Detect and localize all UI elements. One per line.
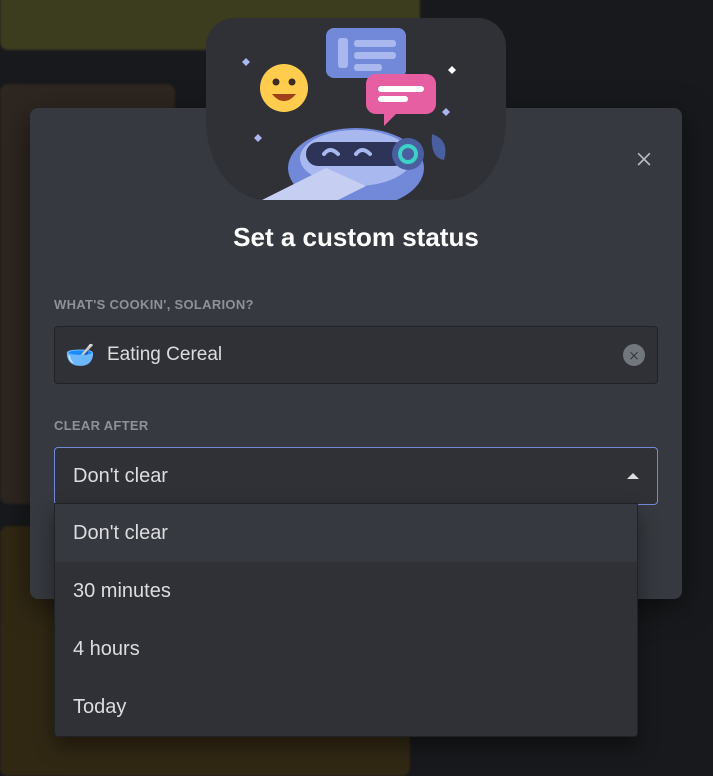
clear-after-selected-value: Don't clear: [73, 465, 168, 488]
chevron-up-icon: [627, 473, 639, 479]
clear-status-button[interactable]: [623, 344, 645, 366]
close-icon: [634, 148, 654, 168]
clear-after-dropdown: Don't clear 30 minutes 4 hours Today: [54, 503, 638, 737]
modal-hero-illustration: [206, 18, 506, 200]
clear-after-option[interactable]: 30 minutes: [55, 562, 637, 620]
modal-title: Set a custom status: [54, 222, 658, 253]
clear-after-select[interactable]: Don't clear: [54, 447, 658, 505]
close-icon: [628, 349, 640, 361]
clear-after-option[interactable]: Don't clear: [55, 504, 637, 562]
clear-after-option[interactable]: 4 hours: [55, 620, 637, 678]
modal-hero-wrap: [54, 108, 658, 200]
emoji-picker-button[interactable]: 🥣: [65, 340, 95, 370]
clear-after-label: CLEAR AFTER: [54, 418, 658, 433]
close-button[interactable]: [628, 142, 660, 174]
status-text-input[interactable]: [107, 344, 611, 366]
status-input-row: 🥣: [54, 326, 658, 384]
clear-after-option[interactable]: Today: [55, 678, 637, 736]
status-prompt-label: WHAT'S COOKIN', SOLARION?: [54, 297, 658, 312]
